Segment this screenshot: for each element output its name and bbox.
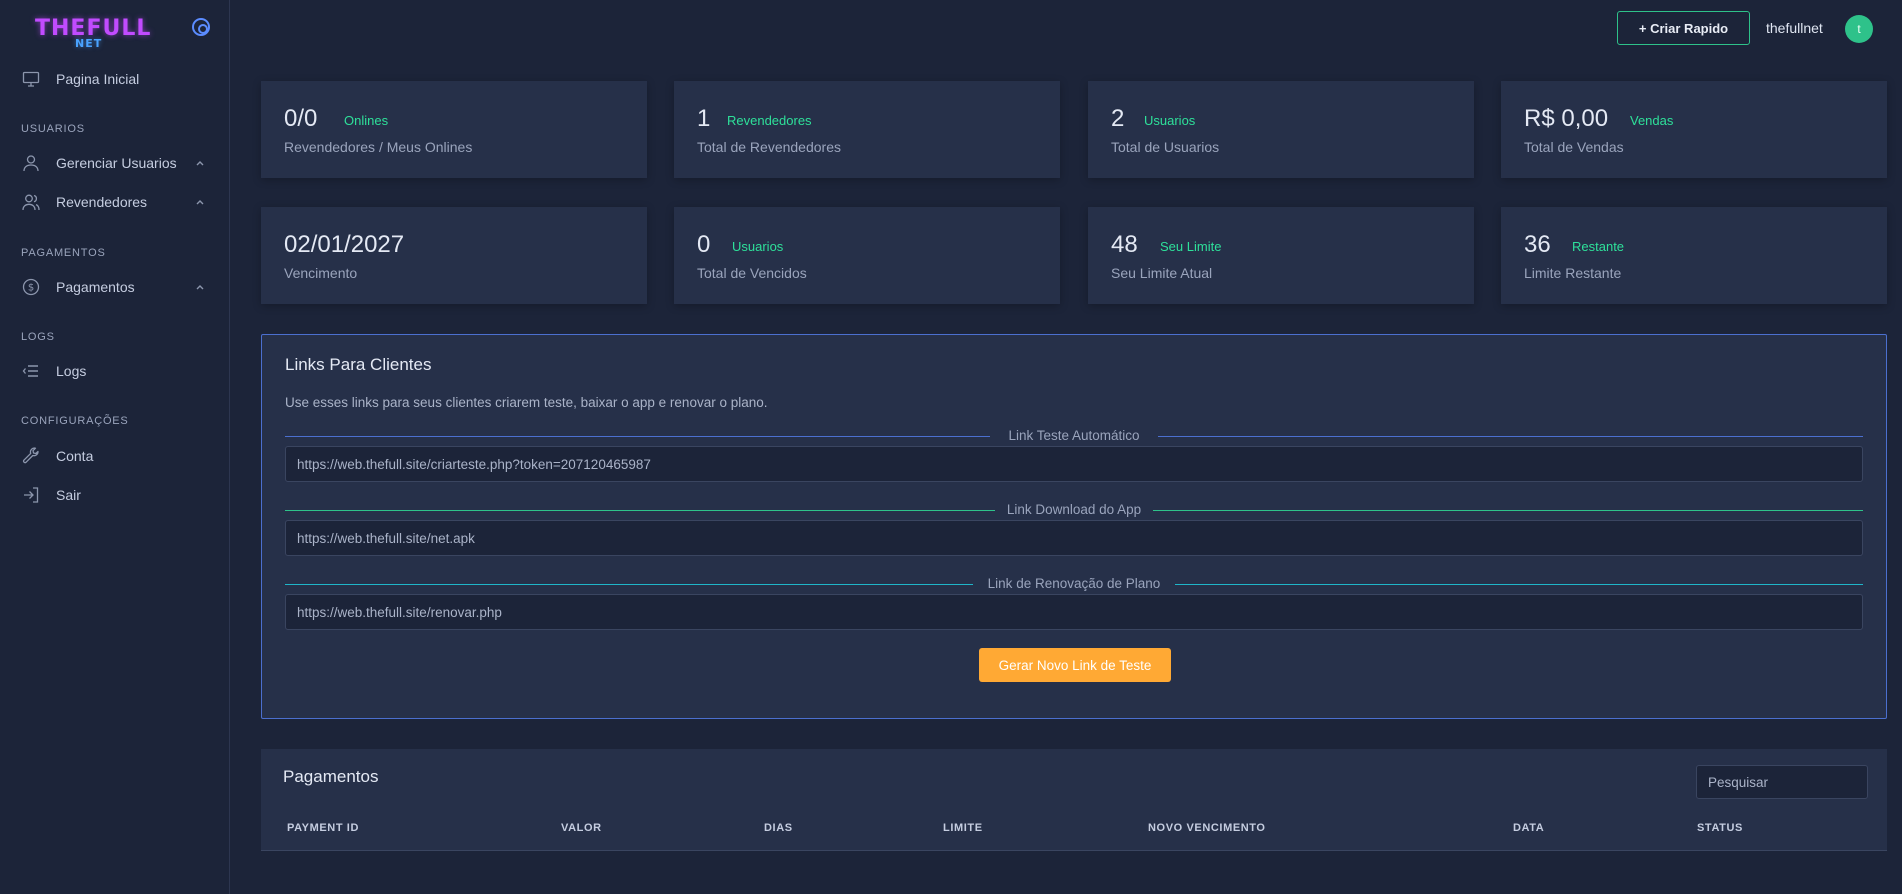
sidebar-item-home[interactable]: Pagina Inicial — [0, 63, 229, 95]
column-header-valor[interactable]: VALOR — [561, 822, 602, 834]
section-configuracoes: CONFIGURAÇÕES — [21, 415, 129, 427]
gerar-novo-link-button[interactable]: Gerar Novo Link de Teste — [979, 648, 1171, 682]
sidebar-item-label: Logs — [56, 363, 87, 379]
stat-card-vendas: R$ 0,00 Vendas Total de Vendas — [1501, 81, 1887, 178]
wrench-icon — [22, 447, 40, 465]
table-divider — [261, 850, 1887, 851]
stat-label: Total de Usuarios — [1111, 139, 1220, 155]
search-input[interactable] — [1696, 765, 1868, 799]
sidebar-item-label: Revendedores — [56, 194, 148, 210]
links-title: Links Para Clientes — [285, 355, 432, 374]
stat-label: Vencimento — [284, 265, 358, 281]
payments-title: Pagamentos — [283, 767, 379, 786]
stat-label: Limite Restante — [1524, 265, 1622, 281]
monitor-icon — [22, 70, 40, 88]
stat-tag: Revendedores — [727, 113, 812, 128]
section-logs: LOGS — [21, 331, 55, 343]
column-header-limite[interactable]: LIMITE — [943, 822, 983, 834]
username[interactable]: thefullnet — [1766, 20, 1823, 36]
legend-label: Link Teste Automático — [1008, 428, 1140, 443]
legend-link-teste: Link Teste Automático — [285, 428, 1863, 444]
stat-card-revendedores: 1 Revendedores Total de Revendedores — [674, 81, 1060, 178]
stat-value: 48 — [1111, 231, 1138, 258]
sidebar-item-logs[interactable]: Logs — [0, 355, 229, 387]
logo-text-bottom: NET — [75, 37, 103, 50]
avatar[interactable]: t — [1845, 15, 1873, 43]
chevron-up-icon — [196, 200, 204, 205]
stat-label: Seu Limite Atual — [1111, 265, 1213, 281]
dollar-circle-icon: $ — [22, 278, 40, 296]
stat-tag: Onlines — [344, 113, 389, 128]
stat-card-vencidos: 0 Usuarios Total de Vencidos — [674, 207, 1060, 304]
stat-card-limite: 48 Seu Limite Seu Limite Atual — [1088, 207, 1474, 304]
column-header-dias[interactable]: DIAS — [764, 822, 793, 834]
stat-card-vencimento: 02/01/2027 Vencimento — [261, 207, 647, 304]
column-header-data[interactable]: DATA — [1513, 822, 1544, 834]
stat-card-restante: 36 Restante Limite Restante — [1501, 207, 1887, 304]
stat-tag: Vendas — [1630, 113, 1674, 128]
stat-card-onlines: 0/0 Onlines Revendedores / Meus Onlines — [261, 81, 647, 178]
brand-logo[interactable]: THEFULL NET — [35, 16, 155, 52]
sidebar-item-label: Gerenciar Usuarios — [56, 155, 177, 171]
stat-tag: Seu Limite — [1160, 239, 1222, 254]
stat-value: 1 — [697, 105, 711, 132]
criar-rapido-button[interactable]: + Criar Rapido — [1617, 11, 1750, 45]
stat-value: 0/0 — [284, 105, 318, 132]
legend-link-renovacao: Link de Renovação de Plano — [285, 576, 1863, 592]
section-usuarios: USUARIOS — [21, 123, 85, 135]
svg-text:$: $ — [28, 283, 34, 294]
stat-tag: Usuarios — [1144, 113, 1196, 128]
stat-value: 02/01/2027 — [284, 231, 405, 258]
user-icon — [22, 154, 40, 172]
legend-link-download: Link Download do App — [285, 502, 1863, 518]
sidebar-item-label: Pagamentos — [56, 279, 135, 295]
stat-tag: Usuarios — [732, 239, 784, 254]
stat-value: 0 — [697, 231, 711, 258]
payments-panel: Pagamentos PAYMENT ID VALOR DIAS LIMITE … — [261, 749, 1887, 851]
sidebar: THEFULL NET Pagina Inicial USUARIOS Gere… — [0, 0, 230, 894]
section-pagamentos: PAGAMENTOS — [21, 247, 106, 259]
chevron-up-icon — [196, 285, 204, 290]
stat-value: 36 — [1524, 231, 1551, 258]
sidebar-item-gerenciar-usuarios[interactable]: Gerenciar Usuarios — [0, 147, 229, 179]
sidebar-toggle-icon[interactable] — [192, 18, 210, 36]
links-panel: Links Para Clientes Use esses links para… — [261, 334, 1887, 719]
column-header-payment-id[interactable]: PAYMENT ID — [287, 822, 359, 834]
sidebar-item-label: Sair — [56, 487, 81, 503]
column-header-status[interactable]: STATUS — [1697, 822, 1743, 834]
stat-label: Total de Vendas — [1524, 139, 1624, 155]
sidebar-item-revendedores[interactable]: Revendedores — [0, 186, 229, 218]
chevron-up-icon — [196, 161, 204, 166]
users-icon — [22, 193, 40, 211]
link-download-input[interactable] — [285, 520, 1863, 556]
stat-label: Revendedores / Meus Onlines — [284, 139, 473, 155]
stat-value: 2 — [1111, 105, 1125, 132]
legend-label: Link Download do App — [1006, 502, 1142, 517]
list-icon — [22, 362, 40, 380]
sidebar-item-label: Conta — [56, 448, 94, 464]
link-teste-input[interactable] — [285, 446, 1863, 482]
stat-card-usuarios: 2 Usuarios Total de Usuarios — [1088, 81, 1474, 178]
sidebar-item-pagamentos[interactable]: $ Pagamentos — [0, 271, 229, 303]
column-header-novo-vencimento[interactable]: NOVO VENCIMENTO — [1148, 822, 1266, 834]
stat-label: Total de Vencidos — [697, 265, 807, 281]
stat-tag: Restante — [1572, 239, 1625, 254]
legend-label: Link de Renovação de Plano — [987, 576, 1161, 591]
link-renovacao-input[interactable] — [285, 594, 1863, 630]
stat-value: R$ 0,00 — [1524, 105, 1609, 132]
links-description: Use esses links para seus clientes criar… — [285, 395, 768, 410]
logout-icon — [22, 486, 40, 504]
sidebar-item-label: Pagina Inicial — [56, 71, 140, 87]
sidebar-item-sair[interactable]: Sair — [0, 479, 229, 511]
stat-label: Total de Revendedores — [697, 139, 841, 155]
sidebar-item-conta[interactable]: Conta — [0, 440, 229, 472]
